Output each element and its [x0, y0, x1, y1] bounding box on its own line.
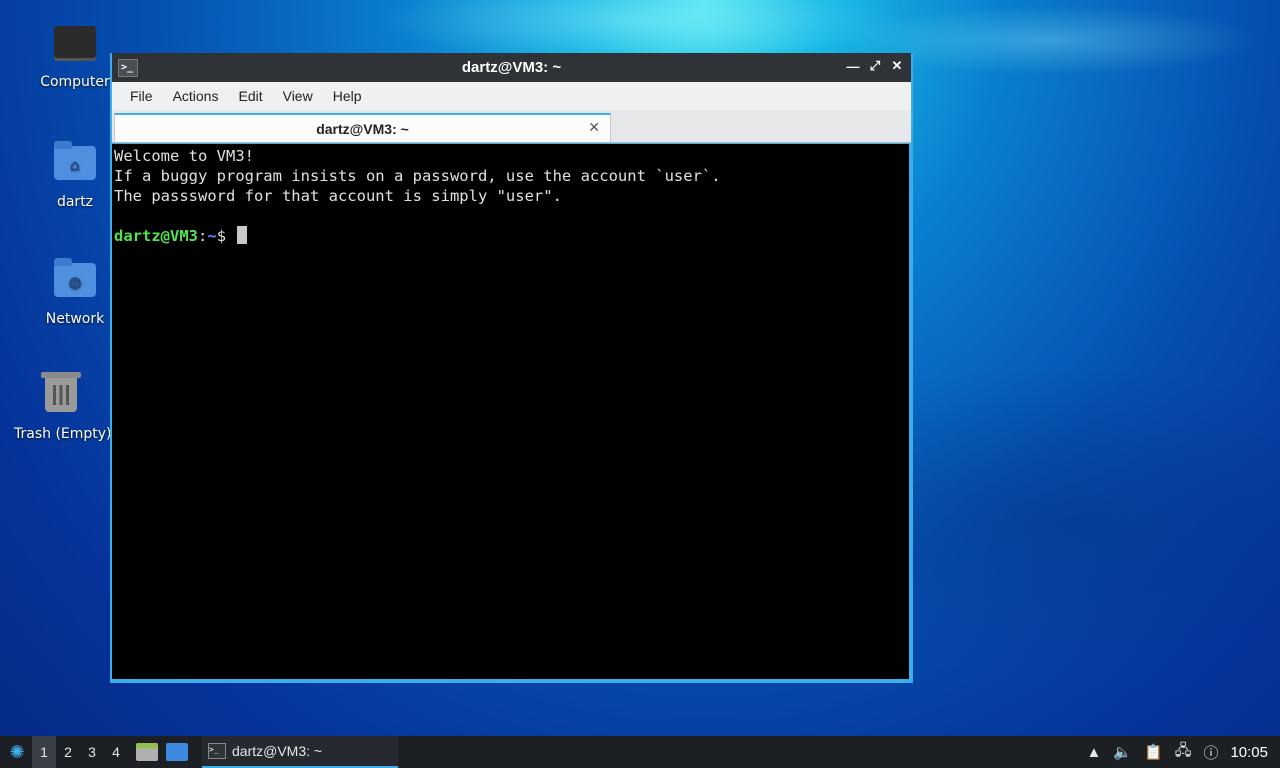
terminal-output[interactable]: Welcome to VM3! If a buggy program insis… — [112, 144, 909, 679]
clock[interactable]: 10:05 — [1230, 744, 1268, 761]
terminal-line: If a buggy program insists on a password… — [114, 167, 721, 185]
menu-actions[interactable]: Actions — [163, 88, 229, 104]
start-menu-icon[interactable]: ✺ — [2, 737, 32, 767]
menu-edit[interactable]: Edit — [228, 88, 272, 104]
workspace-2[interactable]: 2 — [56, 736, 80, 768]
prompt-user: dartz@VM3 — [114, 227, 198, 245]
menu-bar: File Actions Edit View Help — [112, 82, 911, 110]
prompt-path: ~ — [207, 227, 217, 245]
volume-icon[interactable]: 🔈 — [1113, 743, 1132, 761]
trash-icon — [40, 372, 82, 420]
network-folder-icon: ◍ — [54, 258, 96, 305]
close-icon[interactable]: ✕ — [889, 57, 905, 75]
tab-close-icon[interactable]: ✕ — [588, 119, 600, 136]
tab-label: dartz@VM3: ~ — [316, 120, 409, 137]
desktop-icon-trash[interactable]: Trash (Empty) — [14, 372, 110, 442]
prompt-separator: : — [198, 227, 208, 245]
computer-icon — [54, 26, 96, 68]
desktop-icon-label: Trash (Empty) — [14, 426, 110, 442]
terminal-prompt[interactable]: dartz@VM3:~$ — [114, 226, 909, 246]
menu-file[interactable]: File — [120, 88, 163, 104]
show-desktop-icon[interactable] — [166, 743, 188, 761]
terminal-app-icon: >_ — [208, 743, 226, 759]
task-label: dartz@VM3: ~ — [232, 743, 323, 759]
menu-help[interactable]: Help — [323, 88, 372, 104]
menu-view[interactable]: View — [273, 88, 323, 104]
minimize-icon[interactable]: — — [845, 57, 861, 75]
home-folder-icon: ⌂ — [54, 141, 96, 188]
taskbar-task-terminal[interactable]: >_ dartz@VM3: ~ — [202, 736, 398, 768]
window-title: dartz@VM3: ~ — [461, 59, 562, 76]
terminal-window: >_ dartz@VM3: ~ — ⤢ ✕ File Actions Edit … — [110, 53, 913, 683]
terminal-line: The passsword for that account is simply… — [114, 187, 562, 205]
maximize-icon[interactable]: ⤢ — [867, 57, 883, 75]
taskbar: ✺ 1 2 3 4 >_ dartz@VM3: ~ ▲ 🔈 📋 🖧 ⓘ 10:0… — [0, 736, 1280, 768]
tab-terminal[interactable]: dartz@VM3: ~ ✕ — [114, 113, 611, 142]
clipboard-icon[interactable]: 📋 — [1144, 743, 1163, 761]
tab-bar: dartz@VM3: ~ ✕ — [112, 110, 911, 143]
network-icon[interactable]: 🖧 — [1175, 740, 1192, 765]
terminal-line: Welcome to VM3! — [114, 147, 254, 165]
terminal-app-icon[interactable]: >_ — [118, 59, 138, 77]
tray-expand-icon[interactable]: ▲ — [1086, 744, 1101, 761]
prompt-symbol: $ — [216, 227, 236, 245]
text-cursor — [237, 226, 248, 244]
workspace-1[interactable]: 1 — [32, 736, 56, 768]
window-titlebar[interactable]: >_ dartz@VM3: ~ — ⤢ ✕ — [112, 53, 911, 82]
workspace-4[interactable]: 4 — [104, 736, 128, 768]
system-tray: ▲ 🔈 📋 🖧 ⓘ 10:05 — [1086, 740, 1280, 765]
file-manager-launcher-icon[interactable] — [136, 743, 158, 761]
workspace-3[interactable]: 3 — [80, 736, 104, 768]
notification-icon[interactable]: ⓘ — [1203, 742, 1218, 763]
